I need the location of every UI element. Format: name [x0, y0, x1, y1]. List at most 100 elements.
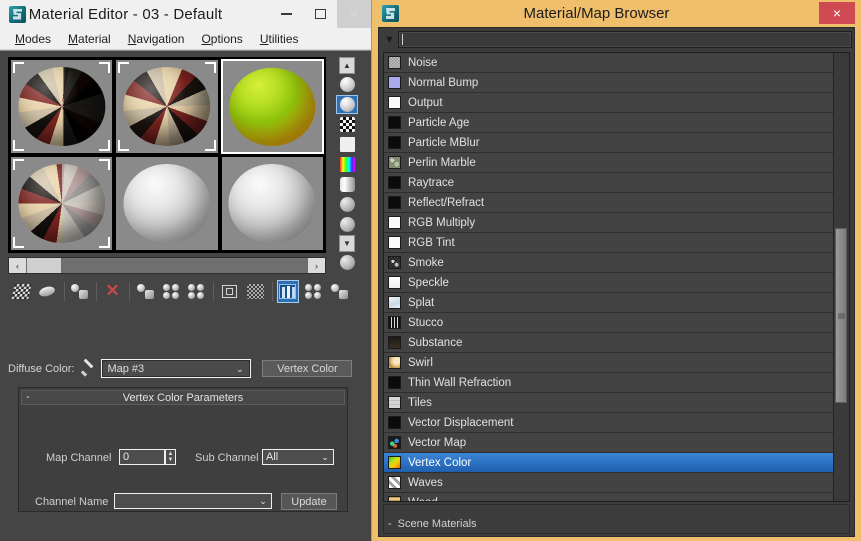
- make-material-copy-button[interactable]: [160, 280, 183, 303]
- slots-scroll-up-button[interactable]: ▲: [339, 57, 355, 74]
- chevron-down-icon[interactable]: ⌄: [232, 363, 248, 375]
- map-list-item[interactable]: Vector Displacement: [384, 413, 833, 433]
- select-by-material-icon[interactable]: [336, 215, 358, 234]
- update-button[interactable]: Update: [281, 493, 337, 510]
- map-list-item[interactable]: Swirl: [384, 353, 833, 373]
- map-list-item[interactable]: Noise: [384, 53, 833, 73]
- show-end-result-button[interactable]: [302, 280, 325, 303]
- map-list-item[interactable]: Normal Bump: [384, 73, 833, 93]
- minimize-button[interactable]: [269, 0, 303, 28]
- sample-slot-4[interactable]: [10, 156, 114, 251]
- get-material-button[interactable]: [10, 280, 33, 303]
- map-swatch-icon: [388, 216, 401, 229]
- map-list-item-label: Thin Wall Refraction: [408, 376, 512, 389]
- rollout-header[interactable]: - Vertex Color Parameters: [21, 390, 345, 405]
- sample-type-sphere-icon[interactable]: [336, 75, 358, 94]
- map-list-item[interactable]: Stucco: [384, 313, 833, 333]
- put-material-to-scene-button[interactable]: [134, 280, 157, 303]
- map-list-item[interactable]: Particle Age: [384, 113, 833, 133]
- map-list-scrollarea: Noise Normal Bump Output Particle Age Partic…: [384, 53, 833, 501]
- map-channel-spinner[interactable]: ▲ ▼: [165, 449, 176, 465]
- map-list-scrollbar[interactable]: [833, 53, 849, 501]
- menu-modes[interactable]: Modes: [9, 30, 62, 48]
- collapse-icon[interactable]: -: [388, 518, 392, 530]
- map-list-item[interactable]: Particle MBlur: [384, 133, 833, 153]
- menu-navigation[interactable]: Navigation: [122, 30, 196, 48]
- map-list-item[interactable]: Vector Map: [384, 433, 833, 453]
- menu-utilities[interactable]: Utilities: [254, 30, 310, 48]
- assign-material-to-selection-button[interactable]: [36, 280, 59, 303]
- map-swatch-icon: [388, 176, 401, 189]
- map-list-item[interactable]: Smoke: [384, 253, 833, 273]
- sample-slot-1[interactable]: [10, 59, 114, 154]
- scroll-right-button[interactable]: ›: [308, 258, 325, 273]
- spinner-down-icon[interactable]: ▼: [168, 457, 174, 463]
- sample-slot-5[interactable]: [115, 156, 219, 251]
- make-unique-button[interactable]: [185, 280, 208, 303]
- go-to-parent-button[interactable]: [328, 280, 351, 303]
- map-list-item-label: Speckle: [408, 276, 449, 289]
- map-list-item[interactable]: Reflect/Refract: [384, 193, 833, 213]
- map-list-item[interactable]: Tiles: [384, 393, 833, 413]
- rollout-body: Map Channel 0 ▲ ▼ Sub Channel All ⌄ Chan…: [19, 407, 347, 511]
- eyedropper-icon[interactable]: [80, 360, 97, 377]
- video-color-check-icon[interactable]: [336, 155, 358, 174]
- sub-channel-label: Sub Channel: [195, 452, 259, 464]
- slots-horizontal-scrollbar[interactable]: ‹ ›: [8, 257, 326, 274]
- viewport-icon: [279, 284, 297, 299]
- maximize-button[interactable]: [303, 0, 337, 28]
- map-list-item[interactable]: Waves: [384, 473, 833, 493]
- sample-slot-3[interactable]: [220, 59, 324, 154]
- scroll-thumb[interactable]: [27, 258, 61, 273]
- material-id-channel-button[interactable]: [244, 280, 267, 303]
- backlight-icon[interactable]: [336, 95, 358, 114]
- close-button[interactable]: ✕: [337, 0, 371, 28]
- chevron-down-icon[interactable]: ⌄: [256, 495, 270, 507]
- scroll-thumb[interactable]: [835, 228, 847, 403]
- map-list-item[interactable]: Perlin Marble: [384, 153, 833, 173]
- sample-slot-6[interactable]: [220, 156, 324, 251]
- sample-uv-tiling-icon[interactable]: [336, 135, 358, 154]
- map-list-item[interactable]: Output: [384, 93, 833, 113]
- channel-name-select[interactable]: ⌄: [114, 493, 272, 509]
- sub-channel-select[interactable]: All ⌄: [262, 449, 334, 465]
- show-shaded-material-in-viewport-button[interactable]: [276, 280, 300, 303]
- material-map-navigator-icon[interactable]: [336, 253, 358, 272]
- menu-options[interactable]: Options: [195, 30, 253, 48]
- menu-material[interactable]: Material: [62, 30, 122, 48]
- collapse-icon[interactable]: -: [26, 391, 30, 403]
- map-list-item[interactable]: Thin Wall Refraction: [384, 373, 833, 393]
- map-swatch-icon: [388, 276, 401, 289]
- map-list-item[interactable]: Splat: [384, 293, 833, 313]
- filter-dropdown-icon[interactable]: ▼: [381, 31, 398, 48]
- scene-materials-header[interactable]: - Scene Materials: [384, 517, 849, 531]
- quad-icon: [188, 284, 205, 299]
- scroll-left-button[interactable]: ‹: [9, 258, 26, 273]
- sample-slot-2[interactable]: [115, 59, 219, 154]
- make-preview-icon[interactable]: [336, 175, 358, 194]
- slots-scroll-down-button[interactable]: ▼: [339, 235, 355, 252]
- map-list-item[interactable]: Vertex Color: [384, 453, 833, 473]
- background-checker-icon[interactable]: [336, 115, 358, 134]
- reset-map-button[interactable]: [68, 280, 91, 303]
- browser-close-button[interactable]: ×: [819, 2, 855, 24]
- map-list-item[interactable]: RGB Multiply: [384, 213, 833, 233]
- map-list-item[interactable]: RGB Tint: [384, 233, 833, 253]
- map-list-item[interactable]: Speckle: [384, 273, 833, 293]
- delete-material-button[interactable]: ✕: [101, 280, 124, 303]
- options-icon[interactable]: [336, 195, 358, 214]
- map-list-item[interactable]: Wood: [384, 493, 833, 501]
- map-list-item[interactable]: Raytrace: [384, 173, 833, 193]
- put-to-library-button[interactable]: [218, 280, 241, 303]
- map-list-item[interactable]: Substance: [384, 333, 833, 353]
- toolbar-separator: [128, 282, 130, 301]
- map-channel-input[interactable]: 0: [119, 449, 165, 465]
- search-input[interactable]: [398, 31, 852, 48]
- chevron-down-icon[interactable]: ⌄: [318, 451, 332, 463]
- slot-corner-marker: [99, 237, 111, 248]
- slot-corner-marker: [99, 140, 111, 151]
- map-list-item-label: Perlin Marble: [408, 156, 476, 169]
- map-type-button[interactable]: Vertex Color: [262, 360, 353, 377]
- map-name-combo[interactable]: Map #3 ⌄: [102, 360, 251, 377]
- map-swatch-icon: [388, 356, 401, 369]
